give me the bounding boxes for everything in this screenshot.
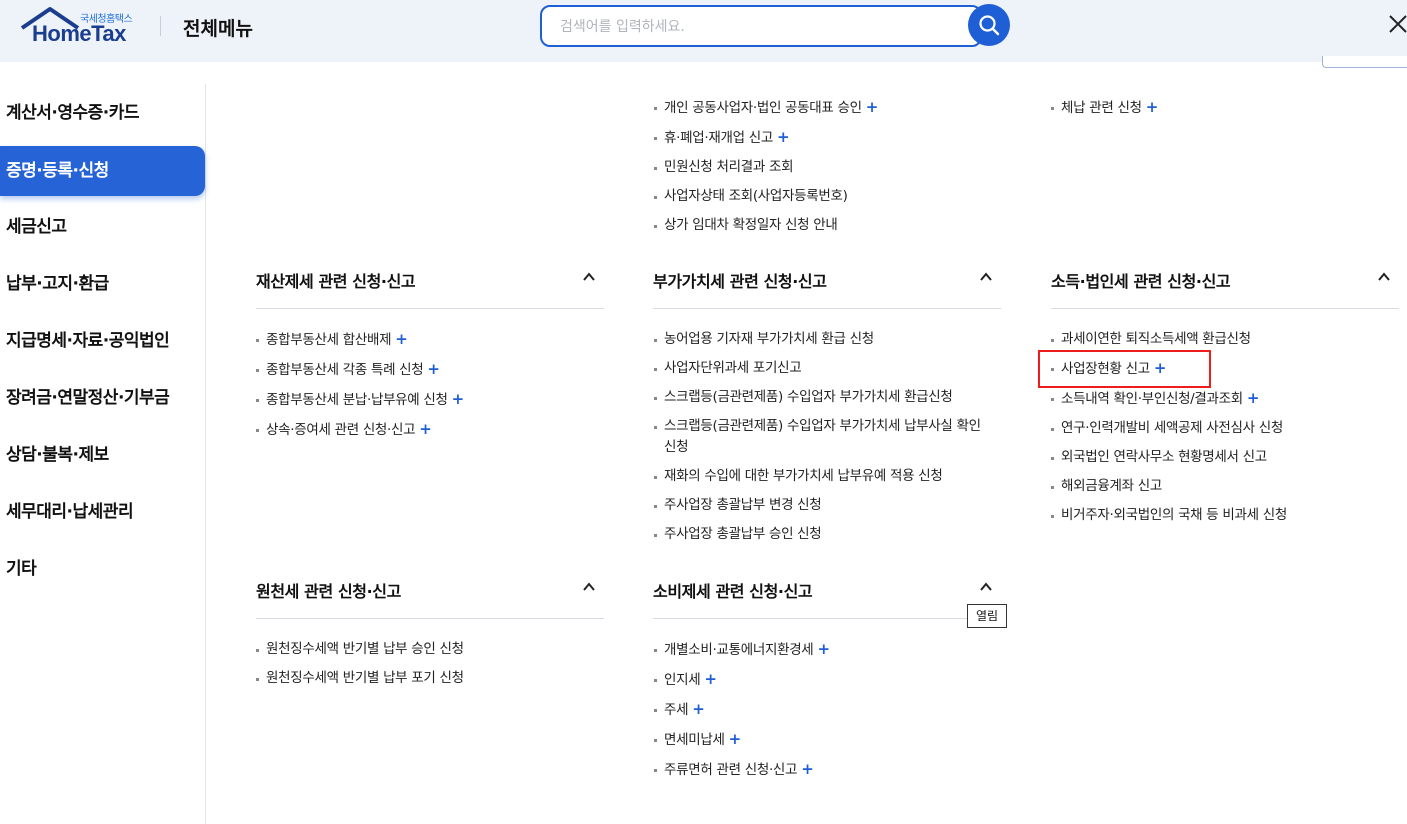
list-item[interactable]: 원천징수세액 반기별 납부 승인 신청 <box>254 635 464 664</box>
list-item[interactable]: 사업자단위과세 포기신고 <box>652 354 982 383</box>
section-divider <box>653 618 967 619</box>
top-right-tab[interactable] <box>1322 56 1407 68</box>
plus-icon[interactable]: + <box>1146 98 1159 116</box>
header: 국세청홈택스 HomeTax 전체메뉴 <box>0 0 1407 62</box>
section-divider <box>653 308 1001 309</box>
sidebar-item-payment[interactable]: 납부·고지·환급 <box>0 259 205 309</box>
section-title-withholding[interactable]: 원천세 관련 신청·신고 <box>256 578 401 602</box>
plus-icon[interactable]: + <box>419 420 432 438</box>
section-divider <box>256 618 604 619</box>
section-title-income[interactable]: 소득·법인세 관련 신청·신고 <box>1051 268 1231 292</box>
highlight-box <box>1038 350 1211 388</box>
section-title-consumption[interactable]: 소비제세 관련 신청·신고 <box>653 578 813 602</box>
chevron-up-icon[interactable] <box>1377 270 1391 284</box>
top-middle-list: 개인 공동사업자·법인 공동대표 승인 + 휴·폐업·재개업 신고 + 민원신청 처… <box>652 93 878 240</box>
list-item[interactable]: 주세 + <box>652 695 830 725</box>
list-item[interactable]: 휴·폐업·재개업 신고 + <box>652 123 878 153</box>
search-button[interactable] <box>968 4 1010 46</box>
list-item[interactable]: 종합부동산세 각종 특례 신청 + <box>254 355 464 385</box>
chevron-up-icon[interactable] <box>582 270 596 284</box>
section-title-property[interactable]: 재산제세 관련 신청·신고 <box>256 268 416 292</box>
plus-icon[interactable]: + <box>817 640 830 658</box>
list-item[interactable]: 체납 관련 신청 + <box>1049 93 1158 123</box>
chevron-up-icon[interactable] <box>582 580 596 594</box>
list-item[interactable]: 외국법인 연락사무소 현황명세서 신고 <box>1049 443 1287 472</box>
list-item[interactable]: 상가 임대차 확정일자 신청 안내 <box>652 211 878 240</box>
plus-icon[interactable]: + <box>729 730 742 748</box>
list-item[interactable]: 주사업장 총괄납부 승인 신청 <box>652 520 982 549</box>
search-box <box>540 5 982 47</box>
section-divider <box>1051 308 1399 309</box>
list-item[interactable]: 원천징수세액 반기별 납부 포기 신청 <box>254 664 464 693</box>
list-item[interactable]: 인지세 + <box>652 665 830 695</box>
section-divider <box>256 308 604 309</box>
search-icon <box>979 15 1000 36</box>
plus-icon[interactable]: + <box>1247 389 1260 407</box>
list-item[interactable]: 재화의 수입에 대한 부가가치세 납부유예 적용 신청 <box>652 462 982 491</box>
chevron-up-icon[interactable] <box>979 270 993 284</box>
list-item[interactable]: 면세미납세 + <box>652 725 830 755</box>
list-item[interactable]: 종합부동산세 분납·납부유예 신청 + <box>254 385 464 415</box>
sidebar-item-statement[interactable]: 지급명세·자료·공익법인 <box>0 316 205 366</box>
list-item[interactable]: 소득내역 확인·부인신청/결과조회 + <box>1049 384 1287 414</box>
sidebar-item-agent[interactable]: 세무대리·납세관리 <box>0 487 205 537</box>
tooltip: 열림 <box>967 604 1007 628</box>
section-list-property: 종합부동산세 합산배제 + 종합부동산세 각종 특례 신청 + 종합부동산세 분납·… <box>254 325 464 445</box>
plus-icon[interactable]: + <box>427 360 440 378</box>
search-input[interactable] <box>560 16 960 38</box>
sidebar-item-invoice[interactable]: 계산서·영수증·카드 <box>0 88 205 138</box>
list-item[interactable]: 해외금융계좌 신고 <box>1049 472 1287 501</box>
section-title-vat[interactable]: 부가가치세 관련 신청·신고 <box>653 268 827 292</box>
list-item[interactable]: 상속·증여세 관련 신청·신고 + <box>254 415 464 445</box>
chevron-up-icon[interactable] <box>979 580 993 594</box>
sidebar-item-certificate[interactable]: 증명·등록·신청 <box>0 146 205 196</box>
logo-text: HomeTax <box>32 21 126 46</box>
list-item[interactable]: 농어업용 기자재 부가가치세 환급 신청 <box>652 325 982 354</box>
section-list-withholding: 원천징수세액 반기별 납부 승인 신청 원천징수세액 반기별 납부 포기 신청 <box>254 635 464 693</box>
list-item[interactable]: 종합부동산세 합산배제 + <box>254 325 464 355</box>
list-item[interactable]: 스크랩등(금관련제품) 수입업자 부가가치세 환급신청 <box>652 383 982 412</box>
section-list-consumption: 개별소비·교통에너지환경세 + 인지세 + 주세 + 면세미납세 + 주류면허 관련 신… <box>652 635 830 785</box>
top-right-list: 체납 관련 신청 + <box>1049 93 1158 123</box>
plus-icon[interactable]: + <box>395 330 408 348</box>
plus-icon[interactable]: + <box>801 760 814 778</box>
plus-icon[interactable]: + <box>866 98 879 116</box>
list-item[interactable]: 민원신청 처리결과 조회 <box>652 153 878 182</box>
sidebar-item-tax-report[interactable]: 세금신고 <box>0 202 205 252</box>
sidebar-item-etc[interactable]: 기타 <box>0 544 205 594</box>
plus-icon[interactable]: + <box>777 128 790 146</box>
close-button[interactable] <box>1388 14 1407 36</box>
page-title: 전체메뉴 <box>183 18 253 40</box>
section-list-vat: 농어업용 기자재 부가가치세 환급 신청 사업자단위과세 포기신고 스크랩등(금… <box>652 325 982 549</box>
list-item[interactable]: 개인 공동사업자·법인 공동대표 승인 + <box>652 93 878 123</box>
close-icon <box>1389 15 1407 33</box>
header-divider <box>160 16 161 36</box>
plus-icon[interactable]: + <box>704 670 717 688</box>
list-item[interactable]: 사업자상태 조회(사업자등록번호) <box>652 182 878 211</box>
list-item[interactable]: 비거주자·외국법인의 국채 등 비과세 신청 <box>1049 501 1287 530</box>
sidebar: 계산서·영수증·카드 증명·등록·신청 세금신고 납부·고지·환급 지급명세·자… <box>0 84 206 824</box>
hometax-logo[interactable]: 국세청홈택스 HomeTax <box>20 6 140 46</box>
plus-icon[interactable]: + <box>692 700 705 718</box>
plus-icon[interactable]: + <box>452 390 465 408</box>
list-item[interactable]: 개별소비·교통에너지환경세 + <box>652 635 830 665</box>
sidebar-item-incentive[interactable]: 장려금·연말정산·기부금 <box>0 373 205 423</box>
list-item[interactable]: 스크랩등(금관련제품) 수입업자 부가가치세 납부사실 확인신청 <box>652 412 982 462</box>
sidebar-item-consult[interactable]: 상담·불복·제보 <box>0 430 205 480</box>
list-item[interactable]: 주사업장 총괄납부 변경 신청 <box>652 491 982 520</box>
list-item[interactable]: 주류면허 관련 신청·신고 + <box>652 755 830 785</box>
list-item[interactable]: 연구·인력개발비 세액공제 사전심사 신청 <box>1049 414 1287 443</box>
